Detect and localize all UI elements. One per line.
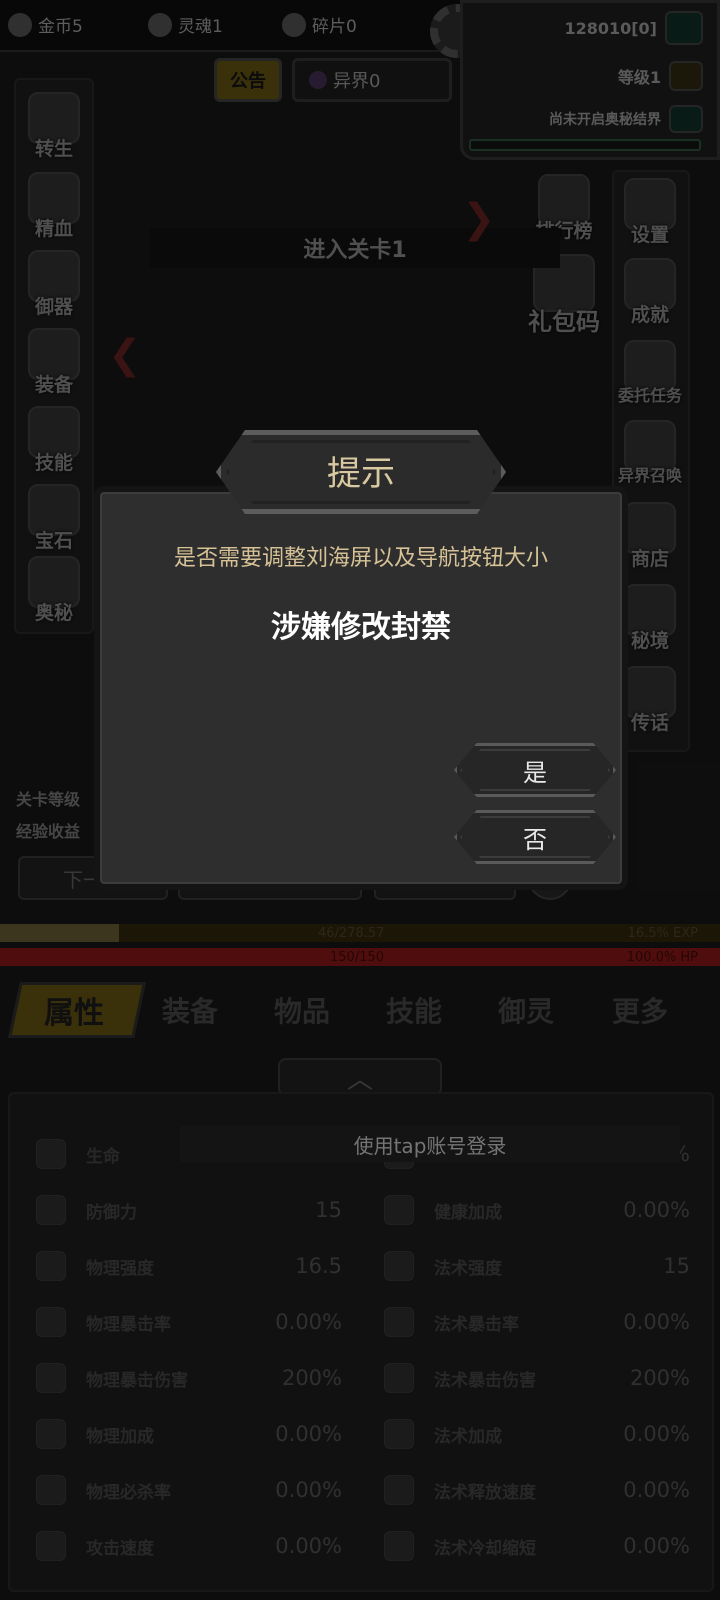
no-button[interactable]: 否 xyxy=(454,810,616,864)
yes-button[interactable]: 是 xyxy=(454,743,616,797)
dialog-message: 是否需要调整刘海屏以及导航按钮大小 xyxy=(173,546,548,571)
dialog-warning: 涉嫌修改封禁 xyxy=(271,610,451,645)
dialog-title: 提示 xyxy=(327,454,395,494)
